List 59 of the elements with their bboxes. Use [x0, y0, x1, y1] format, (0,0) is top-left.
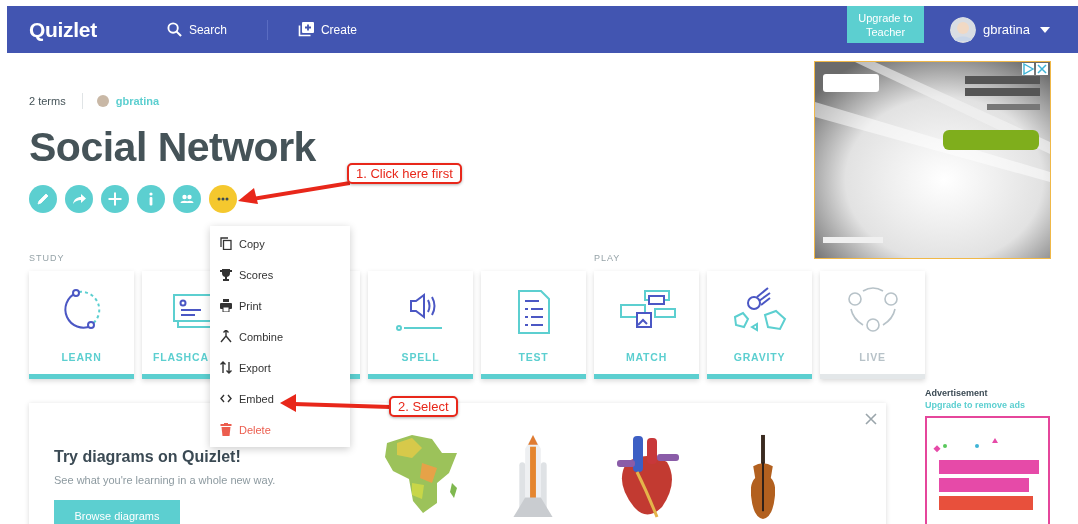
mode-label: LEARN — [61, 351, 102, 363]
browse-button[interactable]: Browse diagrams — [54, 500, 180, 524]
annotation-callout: 2. Select — [389, 396, 458, 417]
menu-item[interactable]: Combine — [210, 321, 284, 352]
advertisement-label: Advertisement — [925, 388, 989, 398]
combine-icon — [220, 330, 232, 343]
upgrade-button[interactable]: Upgrade to Teacher — [847, 6, 924, 43]
more-button[interactable] — [209, 185, 237, 213]
people-button[interactable] — [173, 185, 201, 213]
add-card-icon — [297, 22, 314, 37]
annotation-callout: 1. Click here first — [347, 163, 462, 184]
user-avatar[interactable] — [950, 16, 976, 43]
scores-icon — [220, 268, 232, 281]
mode-label: MATCH — [625, 351, 668, 363]
plus-icon — [107, 191, 123, 207]
info-button[interactable] — [137, 185, 165, 213]
menu-item[interactable]: Print — [210, 290, 262, 321]
mode-card[interactable]: TEST — [481, 271, 586, 379]
export-icon — [220, 361, 232, 374]
section-heading: STUDY — [29, 253, 66, 265]
delete-icon — [220, 423, 232, 436]
user-menu[interactable]: gbratina — [983, 22, 1030, 37]
menu-item[interactable]: Scores — [210, 259, 274, 290]
search-icon — [166, 22, 182, 37]
mode-label: GRAVITY — [733, 351, 786, 363]
edit-button[interactable] — [29, 185, 57, 213]
promo-subtitle: See what you're learning in a whole new way. — [54, 474, 277, 486]
pencil-icon — [35, 191, 51, 207]
mode-card[interactable]: LEARN — [29, 271, 134, 379]
nav-link[interactable]: Search — [166, 22, 227, 37]
nav-link[interactable]: Create — [297, 22, 357, 37]
adchoices-icon[interactable] — [1022, 63, 1034, 75]
mode-label: SPELL — [401, 351, 440, 363]
remove-ads-link[interactable]: Upgrade to remove ads — [925, 400, 1050, 410]
copy-icon — [220, 237, 232, 250]
term-count: 2 terms — [29, 95, 66, 107]
menu-item[interactable]: Export — [210, 352, 271, 383]
embed-icon — [220, 392, 232, 405]
menu-item[interactable]: Embed — [210, 383, 274, 414]
print-icon — [220, 299, 232, 312]
menu-item[interactable]: Copy — [210, 228, 265, 259]
section-heading: PLAY — [594, 253, 622, 265]
add-button[interactable] — [101, 185, 129, 213]
mode-label: FLASHCA — [153, 351, 209, 363]
mode-card[interactable]: GRAVITY — [707, 271, 812, 379]
menu-item[interactable]: Delete — [210, 414, 271, 445]
mode-label: LIVE — [859, 351, 886, 363]
share-button[interactable] — [65, 185, 93, 213]
promo-title: Try diagrams on Quizlet! — [54, 448, 242, 466]
close-icon[interactable] — [865, 413, 877, 425]
caret-icon[interactable] — [1040, 26, 1050, 33]
mode-card[interactable]: SPELL — [368, 271, 473, 379]
author-link[interactable]: gbratina — [115, 95, 160, 107]
mode-card[interactable]: MATCH — [594, 271, 699, 379]
author-avatar — [96, 95, 109, 107]
close-icon[interactable] — [1036, 63, 1048, 75]
mode-label: TEST — [518, 351, 549, 363]
set-title: Social Network — [29, 123, 317, 172]
logo[interactable]: Quizlet — [29, 17, 97, 42]
